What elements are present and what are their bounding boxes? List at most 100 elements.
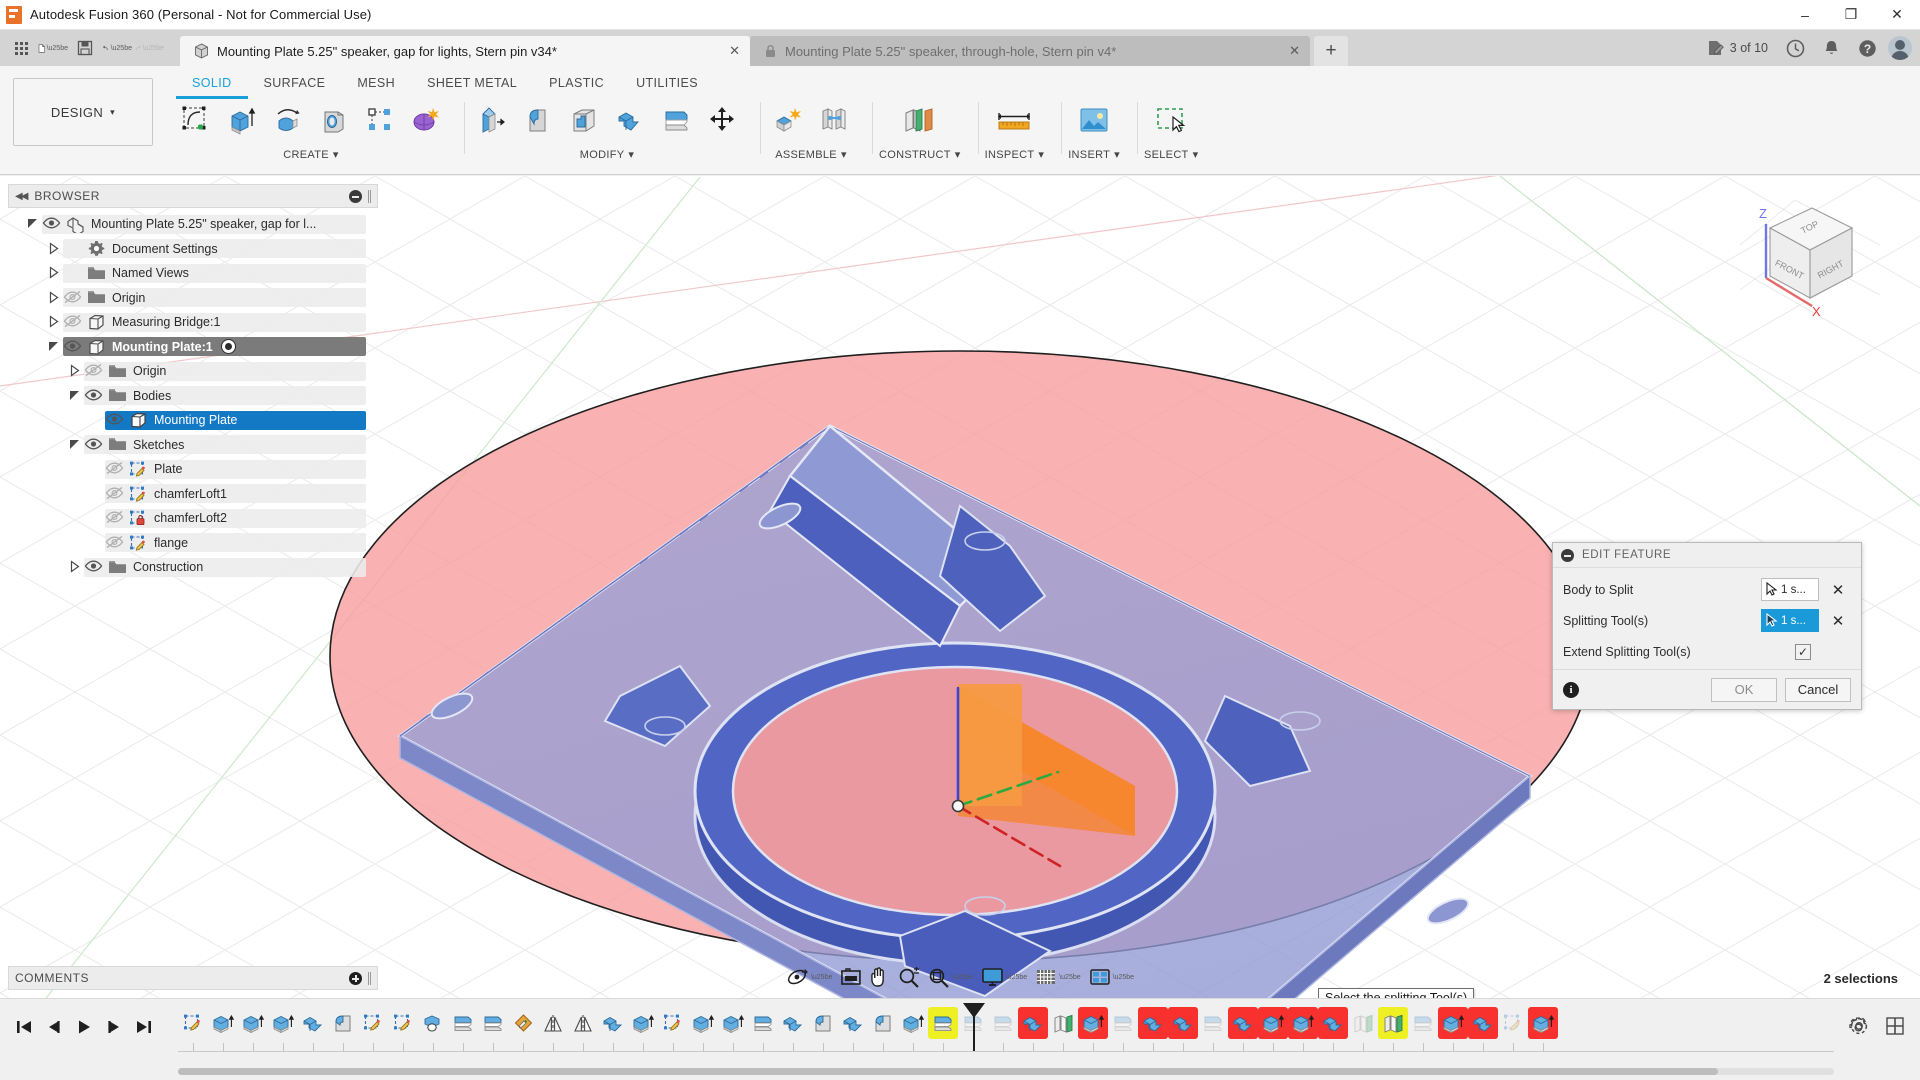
clear-splitting-tools-icon[interactable]: ✕ <box>1825 612 1851 630</box>
visibility-on-icon[interactable] <box>84 437 106 453</box>
go-to-beginning-icon[interactable] <box>10 1013 38 1041</box>
activate-component-radio[interactable] <box>220 339 236 355</box>
panel-insert-label[interactable]: INSERT ▾ <box>1068 148 1120 161</box>
timeline-feature[interactable] <box>388 1007 418 1039</box>
timeline-feature[interactable] <box>418 1007 448 1039</box>
timeline-feature[interactable] <box>868 1007 898 1039</box>
visibility-on-icon[interactable] <box>63 339 85 355</box>
ok-button[interactable]: OK <box>1711 677 1777 702</box>
create-sketch-icon[interactable] <box>175 98 217 142</box>
timeline-feature[interactable] <box>1168 1007 1198 1039</box>
visibility-on-icon[interactable] <box>105 412 127 428</box>
visibility-off-icon[interactable] <box>63 314 85 330</box>
timeline-feature[interactable] <box>568 1007 598 1039</box>
browser-tree-item[interactable]: flange <box>8 531 378 556</box>
visibility-off-icon[interactable] <box>105 486 127 502</box>
browser-tree-item[interactable]: Document Settings <box>8 237 378 262</box>
tab-sheet-metal[interactable]: SHEET METAL <box>411 72 533 99</box>
timeline-feature[interactable] <box>1228 1007 1258 1039</box>
timeline-feature[interactable] <box>1108 1007 1138 1039</box>
add-comment-icon[interactable] <box>349 971 362 985</box>
shell-icon[interactable] <box>563 98 605 142</box>
view-cube[interactable]: TOP FRONT RIGHT Z X <box>1739 190 1881 320</box>
panel-assemble-label[interactable]: ASSEMBLE ▾ <box>775 148 847 161</box>
timeline-feature[interactable] <box>1018 1007 1048 1039</box>
timeline-feature[interactable] <box>598 1007 628 1039</box>
tab-solid[interactable]: SOLID <box>176 72 248 99</box>
new-tab-button[interactable]: + <box>1314 36 1348 66</box>
splitting-tools-selection[interactable]: 1 s... <box>1761 609 1819 632</box>
browser-tree-item[interactable]: Bodies <box>8 384 378 409</box>
timeline-feature[interactable] <box>478 1007 508 1039</box>
expander-collapsed-icon[interactable] <box>47 266 61 280</box>
visibility-on-icon[interactable] <box>84 388 106 404</box>
browser-tree-item[interactable]: Named Views <box>8 261 378 286</box>
look-at-icon[interactable] <box>837 964 865 990</box>
window-selection-icon[interactable] <box>1147 98 1195 142</box>
display-settings-icon[interactable]: \u25be <box>978 964 1030 990</box>
browser-tree-item[interactable]: Plate <box>8 457 378 482</box>
avatar[interactable] <box>1888 36 1912 60</box>
browser-tree-item[interactable]: Mounting Plate:1 <box>8 335 378 360</box>
visibility-off-icon[interactable] <box>105 535 127 551</box>
minimize-circle-icon[interactable] <box>349 189 362 203</box>
timeline-feature[interactable] <box>1318 1007 1348 1039</box>
grid-snaps-icon[interactable]: \u25be <box>1032 964 1083 990</box>
browser-tree-item[interactable]: Origin <box>8 286 378 311</box>
panel-create-label[interactable]: CREATE ▾ <box>283 148 338 161</box>
visibility-on-icon[interactable] <box>42 216 64 232</box>
help-icon[interactable]: ? <box>1851 36 1884 61</box>
panel-construct-label[interactable]: CONSTRUCT ▾ <box>879 148 961 161</box>
offset-plane-icon[interactable] <box>894 98 946 142</box>
document-tab-close-icon[interactable]: ✕ <box>1271 43 1300 59</box>
zoom-icon[interactable] <box>895 964 923 990</box>
timeline-feature[interactable] <box>1258 1007 1288 1039</box>
timeline-feature[interactable] <box>178 1007 208 1039</box>
panel-select-label[interactable]: SELECT ▾ <box>1144 148 1198 161</box>
split-body-icon[interactable] <box>655 98 697 142</box>
timeline-feature[interactable] <box>268 1007 298 1039</box>
timeline-feature[interactable] <box>778 1007 808 1039</box>
expander-expanded-icon[interactable] <box>47 340 61 354</box>
timeline-feature[interactable] <box>1138 1007 1168 1039</box>
timeline-feature[interactable] <box>1048 1007 1078 1039</box>
minimize-circle-icon[interactable] <box>1561 548 1574 562</box>
expander-collapsed-icon[interactable] <box>47 315 61 329</box>
job-status-icon[interactable] <box>1779 36 1812 61</box>
app-grid-icon[interactable] <box>6 34 36 62</box>
panel-modify-label[interactable]: MODIFY ▾ <box>580 148 634 161</box>
visibility-off-icon[interactable] <box>105 510 127 526</box>
timeline-feature[interactable] <box>1408 1007 1438 1039</box>
browser-tree-item[interactable]: Sketches <box>8 433 378 458</box>
step-back-icon[interactable] <box>40 1013 68 1041</box>
timeline-feature[interactable] <box>898 1007 928 1039</box>
cancel-button[interactable]: Cancel <box>1785 677 1851 702</box>
document-tab-active[interactable]: Mounting Plate 5.25" speaker, gap for li… <box>180 36 750 66</box>
fit-icon[interactable]: \u25be <box>925 964 975 990</box>
form-icon[interactable] <box>405 98 447 142</box>
fillet-icon[interactable] <box>517 98 559 142</box>
tab-utilities[interactable]: UTILITIES <box>620 72 714 99</box>
timeline-feature[interactable] <box>538 1007 568 1039</box>
minimize-button[interactable]: – <box>1782 0 1828 30</box>
orbit-icon[interactable]: \u25be <box>783 964 835 990</box>
timeline-feature[interactable] <box>928 1007 958 1039</box>
panel-inspect-label[interactable]: INSPECT ▾ <box>985 148 1045 161</box>
timeline-track[interactable] <box>178 1003 1834 1053</box>
timeline-expand-icon[interactable] <box>1884 1015 1906 1037</box>
revolve-icon[interactable] <box>267 98 309 142</box>
measure-icon[interactable] <box>988 98 1040 142</box>
timeline-feature[interactable] <box>808 1007 838 1039</box>
timeline-feature[interactable] <box>1078 1007 1108 1039</box>
timeline-feature[interactable] <box>1198 1007 1228 1039</box>
notifications-bell-icon[interactable] <box>1816 36 1847 61</box>
tab-plastic[interactable]: PLASTIC <box>533 72 620 99</box>
go-to-end-icon[interactable] <box>130 1013 158 1041</box>
browser-tree-item[interactable]: Measuring Bridge:1 <box>8 310 378 335</box>
panel-resize-grip[interactable] <box>368 971 371 985</box>
timeline-feature[interactable] <box>718 1007 748 1039</box>
visibility-off-icon[interactable] <box>63 290 85 306</box>
timeline-feature[interactable] <box>448 1007 478 1039</box>
extrude-icon[interactable] <box>221 98 263 142</box>
timeline-feature[interactable] <box>628 1007 658 1039</box>
